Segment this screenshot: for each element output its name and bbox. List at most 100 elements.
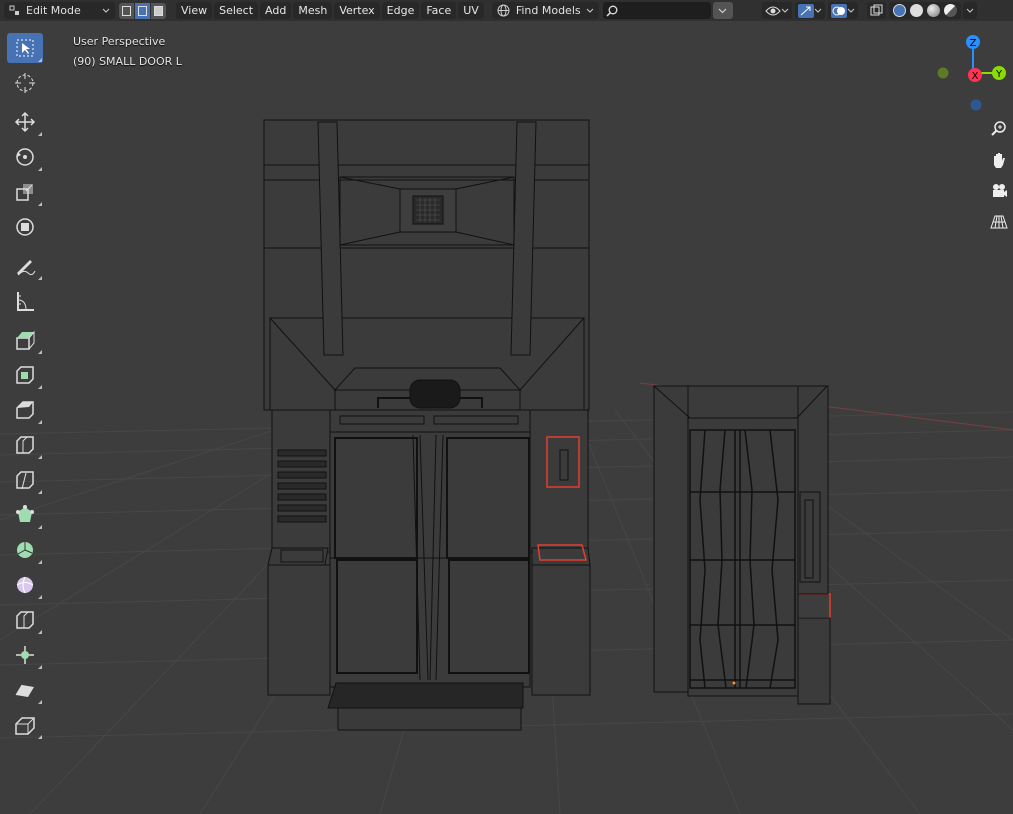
active-object-label: (90) SMALL DOOR L	[73, 55, 182, 68]
menu-mesh[interactable]: Mesh	[293, 2, 333, 19]
face-select-button[interactable]	[151, 2, 166, 19]
visibility-dropdown[interactable]	[761, 2, 792, 19]
search-options-button[interactable]	[712, 2, 733, 19]
navigation-buttons	[986, 116, 1012, 240]
tool-knife[interactable]	[7, 465, 43, 495]
rip-icon	[15, 717, 35, 735]
mode-selector[interactable]: Edit Mode	[4, 2, 115, 19]
menu-select[interactable]: Select	[214, 2, 259, 19]
menu-vertex[interactable]: Vertex	[334, 2, 380, 19]
shear-icon	[15, 684, 34, 697]
find-models-label: Find Models	[515, 4, 581, 17]
tool-move[interactable]	[7, 107, 43, 137]
vertex-select-icon	[122, 5, 131, 16]
tool-rip[interactable]	[7, 710, 43, 740]
tool-loop-cut[interactable]	[7, 430, 43, 460]
edge-slide-icon	[16, 611, 34, 629]
perspective-toggle-button[interactable]	[986, 209, 1012, 235]
search-icon	[606, 5, 618, 17]
camera-view-button[interactable]	[986, 178, 1012, 204]
rotate-icon	[16, 148, 34, 166]
edge-select-button[interactable]	[135, 2, 151, 19]
viewport-info: User Perspective (90) SMALL DOOR L	[73, 32, 182, 72]
select-box-icon	[16, 39, 34, 57]
chevron-down-icon	[847, 8, 855, 13]
camera-icon	[993, 184, 1007, 197]
knife-icon	[16, 471, 34, 490]
annotate-icon	[17, 260, 36, 276]
cursor-icon	[15, 73, 35, 93]
tool-spin[interactable]	[7, 535, 43, 565]
overlays-icon	[830, 3, 847, 18]
3d-viewport[interactable]	[0, 21, 1013, 814]
tool-smooth[interactable]	[7, 570, 43, 600]
edge-select-icon	[138, 5, 147, 16]
menu-edge[interactable]: Edge	[381, 2, 420, 19]
y-axis-label: Y	[995, 69, 1003, 80]
rendered-shading-icon[interactable]	[943, 4, 957, 17]
large-door-mesh	[263, 119, 591, 731]
shading-options-button[interactable]	[962, 2, 977, 19]
tool-select-box[interactable]	[7, 33, 43, 63]
face-select-icon	[154, 5, 163, 16]
spin-icon	[17, 542, 33, 558]
solid-shading-icon[interactable]	[909, 4, 923, 17]
tool-rotate[interactable]	[7, 142, 43, 172]
x-axis-label: X	[972, 71, 979, 82]
loop-cut-icon	[16, 436, 34, 454]
tool-poly-build[interactable]	[7, 500, 43, 530]
tool-shrink-fatten[interactable]	[7, 640, 43, 670]
grid-icon	[990, 215, 1008, 229]
material-shading-icon[interactable]	[926, 4, 940, 17]
chevron-down-icon	[102, 8, 110, 13]
mode-label: Edit Mode	[26, 4, 81, 17]
zoom-icon	[991, 121, 1006, 136]
neg-y-axis-handle[interactable]	[937, 67, 949, 79]
navigation-gizmo[interactable]: Z Y X	[923, 30, 1013, 120]
tool-edge-slide[interactable]	[7, 605, 43, 635]
xray-toggle[interactable]	[866, 2, 886, 19]
menu-add[interactable]: Add	[260, 2, 292, 19]
gizmo-icon	[797, 3, 814, 18]
menu-uv[interactable]: UV	[458, 2, 484, 19]
bevel-icon	[16, 401, 34, 419]
tool-annotate[interactable]	[7, 251, 43, 281]
chevron-down-icon	[586, 8, 594, 13]
tool-bevel[interactable]	[7, 395, 43, 425]
tool-inset[interactable]	[7, 360, 43, 390]
menu-view[interactable]: View	[176, 2, 213, 19]
find-models-dropdown[interactable]: Find Models	[491, 2, 599, 19]
tool-shear[interactable]	[7, 675, 43, 705]
tool-transform[interactable]	[7, 212, 43, 242]
globe-icon	[497, 4, 510, 17]
vertex-select-button[interactable]	[119, 2, 135, 19]
inset-icon	[16, 366, 34, 384]
smooth-icon	[16, 576, 34, 594]
zoom-button[interactable]	[986, 116, 1012, 142]
z-axis-label: Z	[970, 38, 977, 49]
tool-extrude[interactable]	[7, 325, 43, 355]
viewport-header: Edit Mode View Select Add Mesh Vertex Ed…	[0, 0, 1013, 21]
search-input[interactable]	[602, 2, 711, 19]
neg-z-axis-handle[interactable]	[970, 99, 982, 111]
hand-icon	[994, 153, 1005, 168]
xray-icon	[870, 4, 883, 16]
extrude-icon	[16, 330, 35, 350]
move-icon	[14, 111, 36, 133]
tool-measure[interactable]	[7, 286, 43, 316]
tool-shelf	[4, 33, 46, 745]
menu-face[interactable]: Face	[421, 2, 457, 19]
edit-mode-icon	[9, 5, 19, 15]
select-mode-group	[119, 2, 166, 19]
shading-mode-group	[888, 2, 961, 19]
measure-icon	[17, 292, 34, 311]
tool-scale[interactable]	[7, 177, 43, 207]
wireframe-shading-icon[interactable]	[892, 4, 906, 17]
transform-icon	[16, 218, 34, 236]
perspective-label: User Perspective	[73, 35, 166, 48]
tool-cursor[interactable]	[7, 68, 43, 98]
pan-button[interactable]	[986, 147, 1012, 173]
gizmo-dropdown[interactable]	[794, 2, 825, 19]
overlays-dropdown[interactable]	[827, 2, 858, 19]
chevron-down-icon	[966, 8, 974, 13]
